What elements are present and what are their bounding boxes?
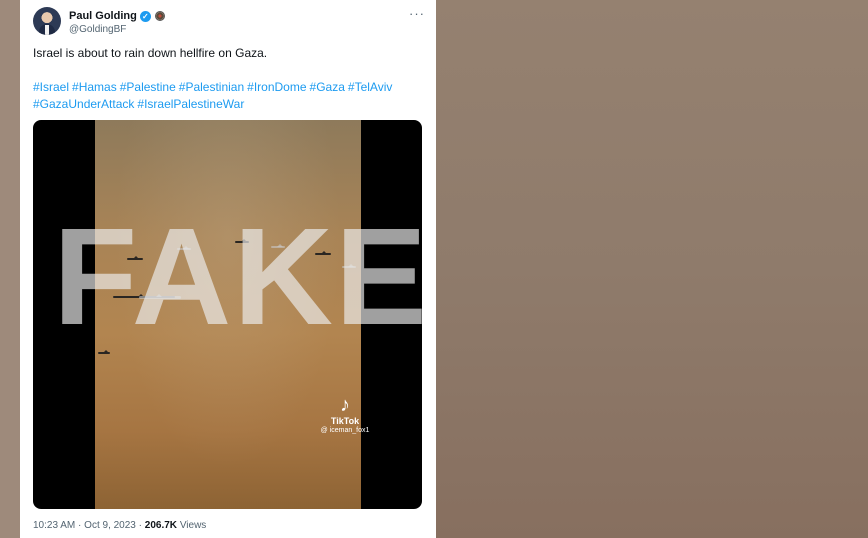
views-label: Views: [179, 520, 207, 531]
background-right-area: [436, 0, 868, 538]
hashtag-link[interactable]: #Hamas: [72, 80, 117, 94]
tweet-header: Paul Golding ✓ @GoldingBF ···: [33, 6, 425, 38]
hashtag-link[interactable]: #Gaza: [310, 80, 345, 94]
tiktok-watermark: ♪ TikTok @ iceman_fox1: [305, 395, 385, 434]
more-options-icon[interactable]: ···: [409, 7, 425, 20]
author-name-row: Paul Golding ✓: [69, 8, 165, 24]
background-left-strip: [0, 0, 20, 538]
hashtag-link[interactable]: #Palestine: [120, 80, 176, 94]
tweet-time[interactable]: 10:23 AM: [33, 520, 75, 531]
meta-separator: ·: [138, 520, 142, 531]
hashtag-link[interactable]: #IsraelPalestineWar: [137, 97, 244, 111]
hashtag-link[interactable]: #TelAviv: [348, 80, 392, 94]
hashtag-line-2: #GazaUnderAttack #IsraelPalestineWar: [33, 96, 425, 113]
meta-separator: ·: [78, 520, 82, 531]
tweet-text: Israel is about to rain down hellfire on…: [33, 46, 268, 60]
views-count: 206.7K: [144, 520, 178, 531]
hashtag-list: #Israel #Hamas #Palestine #Palestinian #Iron…: [33, 79, 425, 112]
author-name[interactable]: Paul Golding: [69, 10, 137, 22]
hashtag-link[interactable]: #Israel: [33, 80, 69, 94]
hashtag-link[interactable]: #GazaUnderAttack: [33, 97, 134, 111]
tiktok-icon: ♪: [340, 394, 350, 416]
tiktok-username: @ iceman_fox1: [320, 427, 370, 434]
tweet-video[interactable]: FAKE ♪ TikTok @ iceman_fox1: [33, 120, 422, 509]
tweet-date[interactable]: Oct 9, 2023: [84, 520, 136, 531]
hashtag-link[interactable]: #Palestinian: [179, 80, 244, 94]
fake-overlay-text: FAKE: [53, 200, 422, 354]
avatar[interactable]: [33, 7, 61, 35]
tweet-meta: 10:23 AM · Oct 9, 2023 · 206.7K Views: [33, 520, 206, 531]
affiliation-badge-icon[interactable]: [154, 11, 165, 21]
author-handle[interactable]: @GoldingBF: [69, 24, 126, 35]
hashtag-line-1: #Israel #Hamas #Palestine #Palestinian #Iron…: [33, 79, 425, 96]
hashtag-link[interactable]: #IronDome: [247, 80, 306, 94]
tiktok-brand: TikTok: [330, 416, 360, 426]
verified-check-icon: ✓: [139, 10, 151, 22]
tweet-card[interactable]: Paul Golding ✓ @GoldingBF ··· Israel is …: [20, 0, 436, 538]
